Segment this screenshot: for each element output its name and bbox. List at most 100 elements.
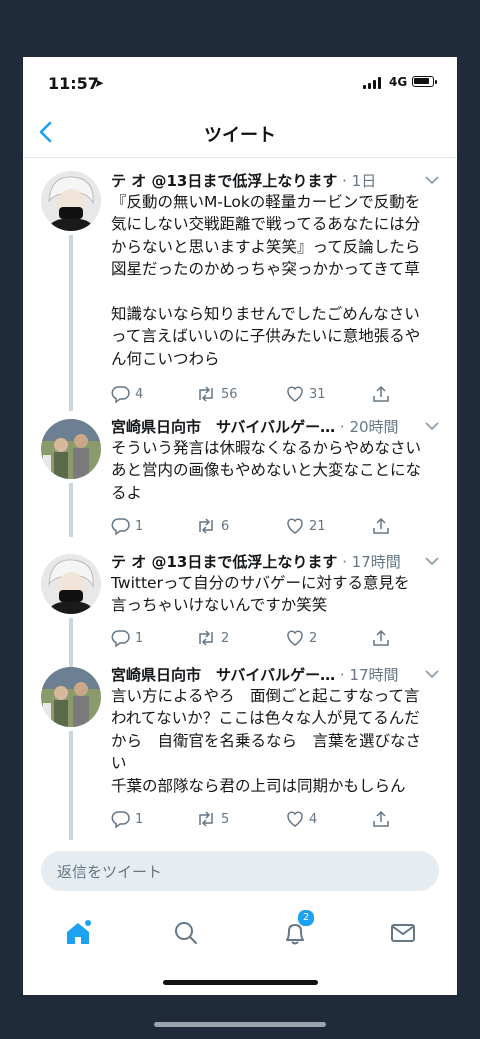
like-button[interactable]: 31 xyxy=(285,383,326,405)
bottom-tab-bar: 2 xyxy=(23,905,457,963)
reply-icon xyxy=(111,386,130,404)
author-name[interactable]: 宮崎県日向市 サバイバルゲー… xyxy=(111,418,335,436)
tab-notifications[interactable]: 2 xyxy=(275,909,315,953)
reply-icon xyxy=(111,518,130,536)
chevron-down-icon[interactable] xyxy=(425,556,439,566)
author-name[interactable]: テ オ @13日まで低浮上なります xyxy=(111,553,337,571)
reply-button[interactable]: 1 xyxy=(111,808,143,830)
share-button[interactable] xyxy=(371,383,391,405)
retweet-count: 56 xyxy=(221,386,238,402)
tweet-time[interactable]: 17時間 xyxy=(352,553,401,571)
reply-button[interactable]: 1 xyxy=(111,515,143,537)
status-time: 11:57 xyxy=(48,74,99,93)
separator: · xyxy=(342,172,347,190)
tweet-actions: 1 5 4 xyxy=(111,808,411,830)
reply-input[interactable]: 返信をツイート xyxy=(41,851,439,891)
chevron-down-icon[interactable] xyxy=(425,669,439,679)
retweet-button[interactable]: 56 xyxy=(195,383,238,405)
mail-icon xyxy=(391,924,415,942)
share-button[interactable] xyxy=(371,515,391,537)
navigation-bar: ツイート xyxy=(23,109,457,158)
separator: · xyxy=(342,553,347,571)
retweet-button[interactable]: 5 xyxy=(195,808,229,830)
thread-line xyxy=(69,618,73,670)
system-home-indicator xyxy=(154,1022,326,1027)
reply-button[interactable]: 1 xyxy=(111,627,143,649)
share-icon xyxy=(373,629,389,646)
retweet-count: 2 xyxy=(221,630,230,646)
tab-search[interactable] xyxy=(166,913,206,953)
thread-line xyxy=(69,235,73,411)
like-count: 4 xyxy=(309,811,318,827)
retweet-button[interactable]: 2 xyxy=(195,627,229,649)
search-icon xyxy=(175,922,197,944)
share-icon xyxy=(373,810,389,827)
tweet-header: 宮崎県日向市 サバイバルゲー… · 20時間 xyxy=(111,417,421,437)
heart-icon xyxy=(287,811,303,827)
reply-count: 4 xyxy=(135,386,144,402)
tweet-time[interactable]: 1日 xyxy=(352,172,377,190)
tweet-text: 言い方によるやろ 面倒ごと起こすなって言 われてないか？ここは色々な人が見てるん… xyxy=(111,687,422,795)
tweet-header: テ オ @13日まで低浮上なります · 1日 xyxy=(111,171,421,191)
tweet-actions: 1 2 2 xyxy=(111,627,411,649)
tweet-actions: 4 56 31 xyxy=(111,383,411,405)
tweet-header: 宮崎県日向市 サバイバルゲー… · 17時間 xyxy=(111,665,421,685)
share-icon xyxy=(373,517,389,534)
retweet-icon xyxy=(199,630,213,646)
tab-home[interactable] xyxy=(58,913,98,953)
avatar[interactable] xyxy=(41,667,101,727)
retweet-icon xyxy=(199,518,213,534)
like-button[interactable]: 2 xyxy=(285,627,317,649)
reply-icon xyxy=(111,811,130,829)
tweet[interactable]: 宮崎県日向市 サバイバルゲー… · 20時間 そういう発言は休暇なくなるからやめ… xyxy=(23,417,457,537)
tweet-text: Twitterって自分のサバゲーに対する意見を 言っちゃいけないんですか笑笑 xyxy=(111,574,410,615)
location-arrow-icon: ➤ xyxy=(94,76,105,90)
like-button[interactable]: 4 xyxy=(285,808,317,830)
reply-button[interactable]: 4 xyxy=(111,383,143,405)
chevron-down-icon[interactable] xyxy=(425,421,439,431)
home-indicator xyxy=(163,980,318,985)
tab-messages[interactable] xyxy=(383,913,423,953)
retweet-icon xyxy=(199,811,213,827)
like-count: 2 xyxy=(309,630,318,646)
tweet[interactable]: 宮崎県日向市 サバイバルゲー… · 17時間 言い方によるやろ 面倒ごと起こすな… xyxy=(23,665,457,840)
avatar[interactable] xyxy=(41,554,101,614)
home-icon xyxy=(67,920,91,944)
retweet-icon xyxy=(199,386,213,402)
notification-badge: 2 xyxy=(297,909,315,927)
reply-count: 1 xyxy=(135,811,144,827)
share-button[interactable] xyxy=(371,808,391,830)
tweet-time[interactable]: 17時間 xyxy=(349,666,398,684)
status-bar: 11:57 ➤ 4G xyxy=(23,57,457,109)
reply-placeholder: 返信をツイート xyxy=(57,863,163,881)
signal-strength-icon xyxy=(363,77,385,89)
like-count: 31 xyxy=(309,386,326,402)
separator: · xyxy=(339,418,345,436)
reply-icon xyxy=(111,630,130,648)
battery-icon xyxy=(412,76,437,87)
share-icon xyxy=(373,385,389,402)
tweet[interactable]: テ オ @13日まで低浮上なります · 17時間 Twitterって自分のサバゲ… xyxy=(23,552,457,670)
page-title: ツイート xyxy=(204,125,276,146)
phone-screen: 11:57 ➤ 4G ツイート テ オ @13日まで低浮上なります · 1日 『… xyxy=(23,57,457,995)
tweet-time[interactable]: 20時間 xyxy=(349,418,398,436)
author-name[interactable]: テ オ @13日まで低浮上なります xyxy=(111,172,337,190)
like-button[interactable]: 21 xyxy=(285,515,326,537)
reply-count: 1 xyxy=(135,518,144,534)
retweet-count: 5 xyxy=(221,811,230,827)
share-button[interactable] xyxy=(371,627,391,649)
tweet-text: 『反動の無いM-Lokの軽量カービンで反動を 気にしない交戦距離で戦ってるあなた… xyxy=(111,193,421,368)
thread-line xyxy=(69,483,73,537)
tweet-text: そういう発言は休暇なくなるからやめなさい あと営内の画像もやめないと大変なことに… xyxy=(111,439,422,502)
like-count: 21 xyxy=(309,518,326,534)
tweet[interactable]: テ オ @13日まで低浮上なります · 1日 『反動の無いM-Lokの軽量カービ… xyxy=(23,171,457,411)
avatar[interactable] xyxy=(41,171,101,231)
tweet-actions: 1 6 21 xyxy=(111,515,411,537)
heart-icon xyxy=(287,630,303,646)
author-name[interactable]: 宮崎県日向市 サバイバルゲー… xyxy=(111,666,335,684)
chevron-down-icon[interactable] xyxy=(425,175,439,185)
heart-icon xyxy=(287,518,303,534)
avatar[interactable] xyxy=(41,419,101,479)
retweet-button[interactable]: 6 xyxy=(195,515,229,537)
network-type: 4G xyxy=(389,75,408,89)
